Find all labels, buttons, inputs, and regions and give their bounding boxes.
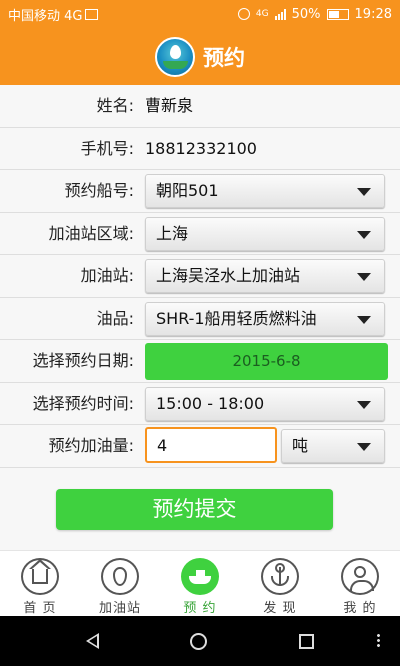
tab-reservation[interactable]: 预 约 xyxy=(160,551,240,616)
recent-apps-icon[interactable] xyxy=(299,633,315,649)
clock: 19:28 xyxy=(354,6,392,22)
time-select-value: 15:00 - 18:00 xyxy=(156,393,265,413)
region-select[interactable]: 上海 xyxy=(145,216,385,251)
back-icon[interactable] xyxy=(85,633,99,649)
time-select[interactable]: 15:00 - 18:00 xyxy=(145,386,385,421)
phone-label: 手机号: xyxy=(80,138,134,158)
home-circle-icon[interactable] xyxy=(190,632,208,650)
person-icon xyxy=(341,558,379,595)
network-type: 4G xyxy=(255,9,269,19)
region-label: 加油站区域: xyxy=(48,223,134,243)
date-row: 选择预约日期: 2015-6-8 xyxy=(0,340,400,383)
anchor-icon xyxy=(261,558,299,595)
oil-select-value: SHR-1船用轻质燃料油 xyxy=(156,308,317,328)
tab-label: 发 现 xyxy=(263,601,297,616)
station-select-value: 上海吴泾水上加油站 xyxy=(156,266,301,285)
ship-label: 预约船号: xyxy=(64,181,134,200)
dropdown-arrow-icon xyxy=(357,443,371,451)
ship-icon xyxy=(181,558,219,595)
phone-value: 18812332100 xyxy=(145,138,257,158)
amount-row: 预约加油量: 吨 xyxy=(0,425,400,468)
carrier-text: 中国移动 4G xyxy=(8,8,83,24)
fuel-drop-icon xyxy=(101,558,139,595)
tab-fuel-station[interactable]: 加油站 xyxy=(80,551,160,616)
dropdown-arrow-icon xyxy=(357,230,371,239)
ship-row: 预约船号: 朝阳501 xyxy=(0,170,400,213)
image-notification-icon xyxy=(85,8,99,20)
dropdown-arrow-icon xyxy=(357,188,371,196)
signal-icon xyxy=(274,8,286,20)
reservation-form: 姓名: 曹新泉 手机号: 18812332100 预约船号: 朝阳501 加油站… xyxy=(0,85,400,468)
oil-row: 油品: SHR-1船用轻质燃料油 xyxy=(0,297,400,340)
name-label: 姓名: xyxy=(96,96,134,115)
region-select-value: 上海 xyxy=(156,223,189,243)
name-row: 姓名: 曹新泉 xyxy=(0,85,400,128)
battery-icon xyxy=(326,8,349,20)
tab-home[interactable]: 首 页 xyxy=(0,551,80,616)
page-title: 预约 xyxy=(203,45,245,70)
amount-label: 预约加油量: xyxy=(48,436,134,455)
station-row: 加油站: 上海吴泾水上加油站 xyxy=(0,255,400,298)
dropdown-arrow-icon xyxy=(357,400,371,409)
tab-label: 我 的 xyxy=(343,601,377,616)
station-label: 加油站: xyxy=(80,266,134,285)
tab-discover[interactable]: 发 现 xyxy=(240,551,320,616)
name-value: 曹新泉 xyxy=(145,96,194,115)
status-bar: 中国移动 4G 4G 50% 19:28 xyxy=(0,0,400,28)
date-label: 选择预约日期: xyxy=(32,351,134,370)
amount-input[interactable] xyxy=(145,427,277,463)
battery-percent: 50% xyxy=(291,6,321,22)
more-dots-icon[interactable] xyxy=(377,633,380,648)
tab-label: 加油站 xyxy=(98,601,141,616)
system-nav-bar xyxy=(0,616,400,666)
dropdown-arrow-icon xyxy=(357,273,371,281)
home-icon xyxy=(21,558,59,595)
unit-select[interactable]: 吨 xyxy=(281,429,385,463)
oil-select[interactable]: SHR-1船用轻质燃料油 xyxy=(145,301,385,336)
date-picker-button[interactable]: 2015-6-8 xyxy=(145,343,388,380)
tab-label: 首 页 xyxy=(23,601,57,616)
region-row: 加油站区域: 上海 xyxy=(0,212,400,255)
submit-reservation-button[interactable]: 预约提交 xyxy=(56,489,333,530)
tab-label: 预 约 xyxy=(183,601,217,616)
time-label: 选择预约时间: xyxy=(32,393,134,413)
app-header: 预约 xyxy=(0,28,400,85)
bottom-tab-bar: 首 页 加油站 预 约 发 现 我 的 xyxy=(0,550,400,616)
time-row: 选择预约时间: 15:00 - 18:00 xyxy=(0,382,400,425)
app-logo-icon xyxy=(155,36,195,77)
oil-label: 油品: xyxy=(96,308,134,328)
alarm-icon xyxy=(237,8,250,20)
tab-profile[interactable]: 我 的 xyxy=(320,551,400,616)
dropdown-arrow-icon xyxy=(357,315,371,324)
phone-row: 手机号: 18812332100 xyxy=(0,127,400,170)
ship-select-value: 朝阳501 xyxy=(156,181,219,200)
station-select[interactable]: 上海吴泾水上加油站 xyxy=(145,259,385,293)
unit-select-value: 吨 xyxy=(292,436,309,455)
ship-select[interactable]: 朝阳501 xyxy=(145,174,385,208)
